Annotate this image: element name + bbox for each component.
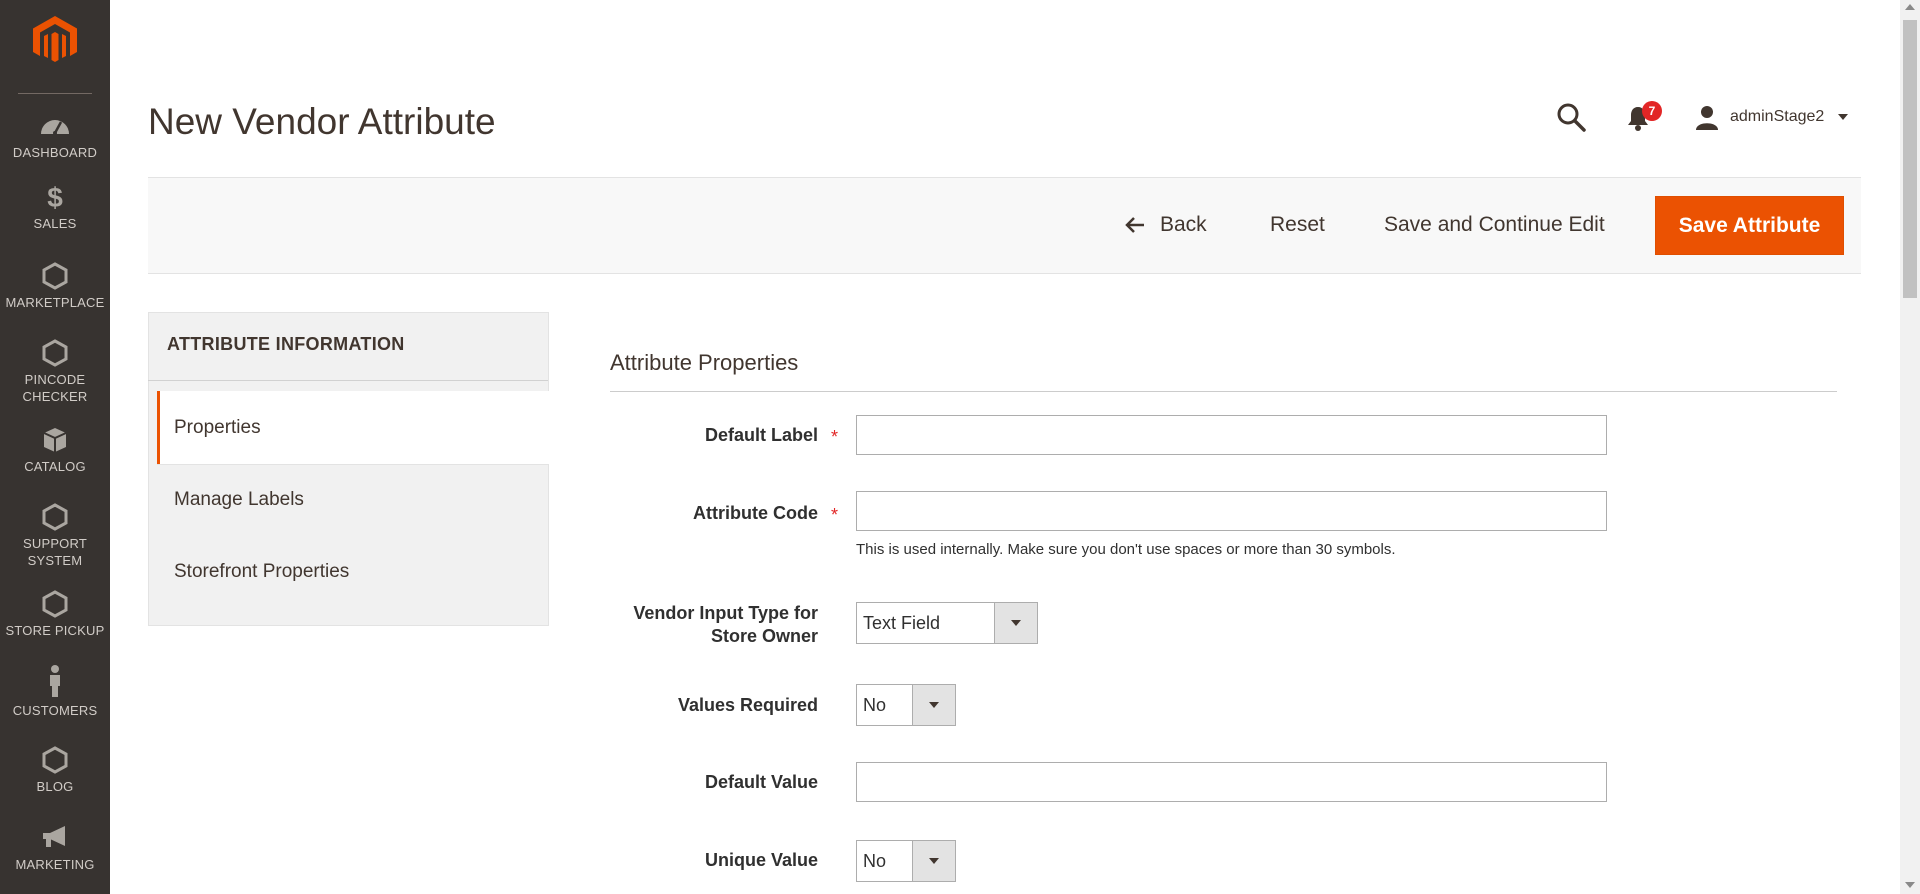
attribute-code-field-label: Attribute Code: [693, 503, 818, 523]
magento-logo-icon[interactable]: [29, 14, 81, 66]
sidebar-item-marketing[interactable]: MARKETING: [0, 824, 110, 873]
attribute-code-input[interactable]: [856, 491, 1607, 531]
tabs-divider: [148, 380, 548, 381]
search-icon[interactable]: [1556, 102, 1586, 132]
save-and-continue-button[interactable]: Save and Continue Edit: [1384, 197, 1605, 253]
save-attribute-label: Save Attribute: [1678, 213, 1821, 237]
default-label-input[interactable]: [856, 415, 1607, 455]
sidebar-item-label: CHECKER: [22, 389, 88, 404]
input-type-label-line: Vendor Input Type for: [633, 603, 818, 623]
sidebar-item-catalog[interactable]: CATALOG: [0, 426, 110, 475]
notification-count-badge[interactable]: 7: [1642, 101, 1662, 121]
tab-properties-label[interactable]: Properties: [174, 417, 261, 439]
tab-manage-labels[interactable]: Manage Labels: [174, 489, 304, 511]
arrow-left-icon: [1125, 217, 1144, 233]
values-required-select[interactable]: No: [856, 684, 956, 726]
sidebar-item-label: SUPPORT: [22, 536, 87, 551]
hexagon-icon: [0, 746, 110, 778]
tabs-divider: [157, 464, 548, 465]
section-title: Attribute Properties: [610, 350, 799, 375]
sidebar-item-label: MARKETING: [15, 857, 95, 872]
megaphone-icon: [0, 824, 110, 856]
person-icon: [0, 664, 110, 702]
sidebar-item-blog[interactable]: BLOG: [0, 746, 110, 795]
default-value-input[interactable]: [856, 762, 1607, 802]
hexagon-icon: [0, 503, 110, 535]
sidebar-item-pincode-checker[interactable]: PINCODE CHECKER: [0, 339, 110, 405]
chevron-down-icon: [1838, 114, 1849, 120]
sidebar-divider: [18, 93, 92, 94]
save-and-continue-label: Save and Continue Edit: [1384, 213, 1605, 236]
scroll-down-icon[interactable]: [1905, 882, 1915, 888]
svg-text:$: $: [47, 183, 63, 213]
chevron-down-icon: [994, 603, 1037, 643]
chevron-down-icon: [912, 685, 955, 725]
default-label-field-label: Default Label: [704, 425, 818, 445]
hexagon-icon: [0, 590, 110, 622]
unique-value-select[interactable]: No: [856, 840, 956, 882]
user-name: adminStage2: [1730, 108, 1825, 125]
sidebar-item-label: SALES: [33, 216, 77, 231]
values-required-value: No: [863, 694, 887, 715]
admin-sidebar: DASHBOARD $ SALES MARKETPLACE PINCODE CH…: [0, 0, 110, 894]
scroll-up-icon[interactable]: [1905, 4, 1915, 10]
page-title: New Vendor Attribute: [148, 101, 496, 142]
user-icon: [1696, 106, 1718, 130]
scrollbar-thumb[interactable]: [1903, 20, 1917, 298]
chevron-down-icon: [912, 841, 955, 881]
sidebar-item-store-pickup[interactable]: STORE PICKUP: [0, 590, 110, 639]
user-menu[interactable]: adminStage2: [1694, 104, 1849, 130]
sidebar-item-customers[interactable]: CUSTOMERS: [0, 664, 110, 719]
default-value-field-label: Default Value: [704, 772, 818, 792]
hexagon-icon: [0, 339, 110, 371]
dashboard-icon: [0, 112, 110, 144]
sidebar-item-marketplace[interactable]: MARKETPLACE: [0, 262, 110, 311]
sidebar-item-label: MARKETPLACE: [5, 295, 105, 310]
tabs-title: ATTRIBUTE INFORMATION: [167, 334, 405, 354]
sidebar-item-label: CATALOG: [24, 459, 86, 474]
box-icon: [0, 426, 110, 458]
input-type-select[interactable]: Text Field: [856, 602, 1038, 644]
reset-button-label: Reset: [1270, 213, 1325, 236]
sidebar-item-support-system[interactable]: SUPPORT SYSTEM: [0, 503, 110, 569]
attribute-code-note: This is used internally. Make sure you d…: [856, 541, 1396, 558]
dollar-icon: $: [0, 183, 110, 215]
section-divider: [610, 391, 1837, 392]
back-button[interactable]: Back: [1124, 197, 1207, 253]
sidebar-item-label: PINCODE: [24, 372, 86, 387]
save-attribute-button[interactable]: Save Attribute: [1656, 197, 1843, 254]
hexagon-icon: [0, 262, 110, 294]
required-marker: *: [831, 505, 839, 525]
back-button-label: Back: [1160, 213, 1207, 236]
sidebar-item-sales[interactable]: $ SALES: [0, 183, 110, 232]
input-type-value: Text Field: [863, 612, 941, 633]
unique-value-value: No: [863, 850, 887, 871]
sidebar-item-label: STORE PICKUP: [5, 623, 105, 638]
reset-button[interactable]: Reset: [1270, 197, 1325, 253]
sidebar-item-label: SYSTEM: [27, 553, 83, 568]
tab-storefront-properties[interactable]: Storefront Properties: [174, 561, 349, 583]
values-required-field-label: Values Required: [677, 695, 818, 715]
input-type-field-label: Vendor Input Type for Store Owner: [633, 602, 818, 648]
sidebar-item-label: DASHBOARD: [12, 145, 98, 160]
input-type-label-line: Store Owner: [710, 626, 818, 646]
sidebar-item-label: CUSTOMERS: [12, 703, 98, 718]
sidebar-item-label: BLOG: [36, 779, 74, 794]
unique-value-field-label: Unique Value: [704, 850, 818, 870]
sidebar-item-dashboard[interactable]: DASHBOARD: [0, 112, 110, 161]
required-marker: *: [831, 427, 839, 447]
